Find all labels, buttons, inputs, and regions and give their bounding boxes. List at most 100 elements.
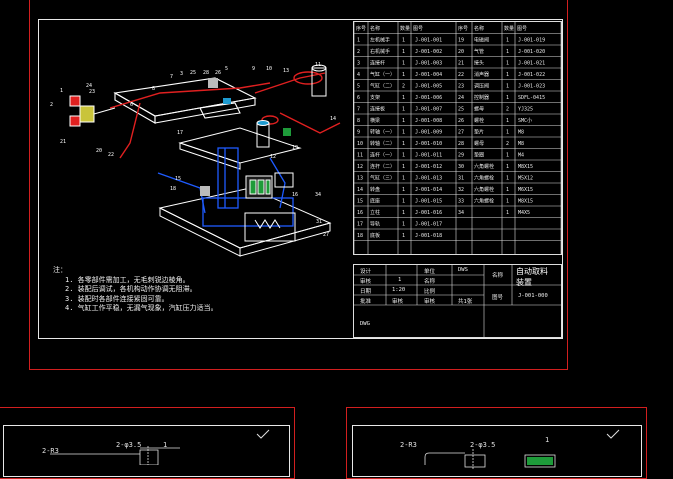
parts-list: 序号 名称 数量 图号 序号 名称 数量 图号 1 左机械手 1 J-001-001 2 右机械手 1 J-0… bbox=[353, 21, 562, 255]
bom-code: J-001-022 bbox=[518, 72, 545, 78]
bom-qty: 1 bbox=[402, 107, 405, 113]
bom-code: J-001-016 bbox=[415, 210, 442, 216]
drawing-title: 自动取料 装置 bbox=[516, 267, 548, 287]
control-box bbox=[244, 212, 296, 242]
gripper bbox=[69, 95, 116, 127]
bom-qty: 1 bbox=[506, 72, 509, 78]
bom-code: M5X12 bbox=[518, 176, 533, 182]
bom-no: 26 bbox=[458, 118, 464, 124]
check-mark-left bbox=[256, 429, 270, 439]
bom-no: 2 bbox=[357, 49, 360, 55]
bom-no: 10 bbox=[357, 141, 363, 147]
bom-code: J-001-019 bbox=[518, 38, 545, 44]
bom-code: J-001-007 bbox=[415, 107, 442, 113]
tb-sheet-val: 共1张 bbox=[458, 299, 473, 305]
bom-no: 16 bbox=[357, 210, 363, 216]
svg-text:7: 7 bbox=[170, 74, 173, 80]
bom-qty: 1 bbox=[506, 38, 509, 44]
bom-no: 18 bbox=[357, 233, 363, 239]
tb-approve-val: 审核 bbox=[392, 299, 404, 305]
tb-design: 设计 bbox=[360, 269, 372, 275]
small-part bbox=[200, 186, 210, 196]
bom-code: J-001-018 bbox=[415, 233, 442, 239]
bom-header: 名称 bbox=[474, 25, 484, 32]
svg-text:19: 19 bbox=[292, 145, 298, 151]
bom-header: 序号 bbox=[356, 25, 366, 32]
bom-header: 序号 bbox=[458, 25, 468, 32]
tb-design-qty: 1 bbox=[398, 277, 402, 283]
bom-qty: 1 bbox=[506, 61, 509, 67]
tb-code-label: 图号 bbox=[492, 295, 504, 301]
bom-name: 电磁阀 bbox=[474, 37, 489, 44]
tb-material: 名称 bbox=[424, 279, 436, 285]
bom-code: J-001-012 bbox=[415, 164, 442, 170]
bom-qty: 1 bbox=[402, 153, 405, 159]
bom-name: 支架 bbox=[370, 94, 380, 101]
bom-qty: 1 bbox=[506, 199, 509, 205]
svg-text:34: 34 bbox=[315, 192, 321, 198]
dim-one-right: 1 bbox=[545, 436, 550, 444]
bom-qty: 2 bbox=[506, 107, 509, 113]
svg-text:25: 25 bbox=[190, 70, 196, 76]
detail-drawing-right bbox=[424, 449, 556, 470]
note-item: 1. 各零部件需加工，无毛刺锐边棱角。 bbox=[65, 275, 190, 284]
bom-code: M8X15 bbox=[518, 199, 533, 205]
bom-no: 13 bbox=[357, 176, 363, 182]
bom-code: M4 bbox=[518, 153, 524, 159]
bom-name: 气缸（三） bbox=[370, 175, 395, 182]
bom-qty: 1 bbox=[402, 222, 405, 228]
svg-text:31: 31 bbox=[316, 219, 322, 225]
svg-text:10: 10 bbox=[266, 66, 272, 72]
bom-no: 31 bbox=[458, 176, 464, 182]
bom-name: 横梁 bbox=[370, 117, 380, 124]
bom-code: J-001-003 bbox=[415, 61, 442, 67]
bom-name: 连接板 bbox=[370, 106, 385, 113]
bom-name: 消声器 bbox=[474, 71, 489, 78]
bom-code: J-001-001 bbox=[415, 38, 442, 44]
bom-code: J-001-005 bbox=[415, 84, 442, 90]
note-item: 3. 装配时各部件连接紧固可靠。 bbox=[65, 294, 169, 303]
svg-text:11: 11 bbox=[315, 62, 321, 68]
bom-no: 12 bbox=[357, 164, 363, 170]
bom-name: 右机械手 bbox=[370, 48, 390, 55]
bom-name: 底座 bbox=[370, 198, 380, 205]
detail-drawing-left bbox=[50, 446, 180, 465]
technical-notes: 注： 1. 各零部件需加工，无毛刺锐边棱角。 2. 装配后调试，各机构动作协调无… bbox=[53, 266, 218, 314]
bom-no: 32 bbox=[458, 187, 464, 193]
svg-text:6: 6 bbox=[130, 102, 133, 108]
bom-qty: 1 bbox=[506, 118, 509, 124]
bom-no: 25 bbox=[458, 107, 464, 113]
limit-switch bbox=[223, 98, 231, 104]
bom-qty: 1 bbox=[506, 210, 509, 216]
bom-code: J-001-017 bbox=[415, 222, 442, 228]
bom-qty: 1 bbox=[506, 84, 509, 90]
bom-name: 左机械手 bbox=[370, 37, 390, 44]
bom-no: 11 bbox=[357, 153, 363, 159]
bom-code: J-001-009 bbox=[415, 130, 442, 136]
svg-text:27: 27 bbox=[323, 232, 329, 238]
bom-name: 六角螺栓 bbox=[474, 163, 494, 170]
bom-name: 螺母 bbox=[474, 140, 484, 147]
bom-code: J-001-013 bbox=[415, 176, 442, 182]
tb-check: 审核 bbox=[360, 279, 372, 285]
bom-no: 1 bbox=[357, 38, 360, 44]
bom-code: J-001-014 bbox=[415, 187, 442, 193]
svg-text:20: 20 bbox=[96, 148, 102, 154]
bom-name: 转轴（二） bbox=[370, 140, 395, 147]
bom-name: 导轨 bbox=[370, 221, 380, 228]
bom-name: 转盘 bbox=[370, 186, 380, 193]
tb-sheet: 审核 bbox=[424, 299, 436, 305]
bom-name: 六角螺栓 bbox=[474, 175, 494, 182]
bom-no: 20 bbox=[458, 49, 464, 55]
bom-qty: 1 bbox=[402, 61, 405, 67]
bom-qty: 2 bbox=[506, 141, 509, 147]
bom-no: 3 bbox=[357, 61, 360, 67]
tb-unit: 单位 bbox=[424, 269, 436, 275]
assembly-drawing: 1 24 2 21 23 7 3 25 28 26 5 9 10 13 11 8… bbox=[50, 62, 341, 257]
svg-text:14: 14 bbox=[330, 116, 336, 122]
bom-name: 垫圈 bbox=[474, 152, 484, 159]
bom-qty: 1 bbox=[402, 130, 405, 136]
svg-text:17: 17 bbox=[177, 130, 183, 136]
tb-approve: 批准 bbox=[360, 299, 372, 305]
bom-qty: 1 bbox=[506, 176, 509, 182]
